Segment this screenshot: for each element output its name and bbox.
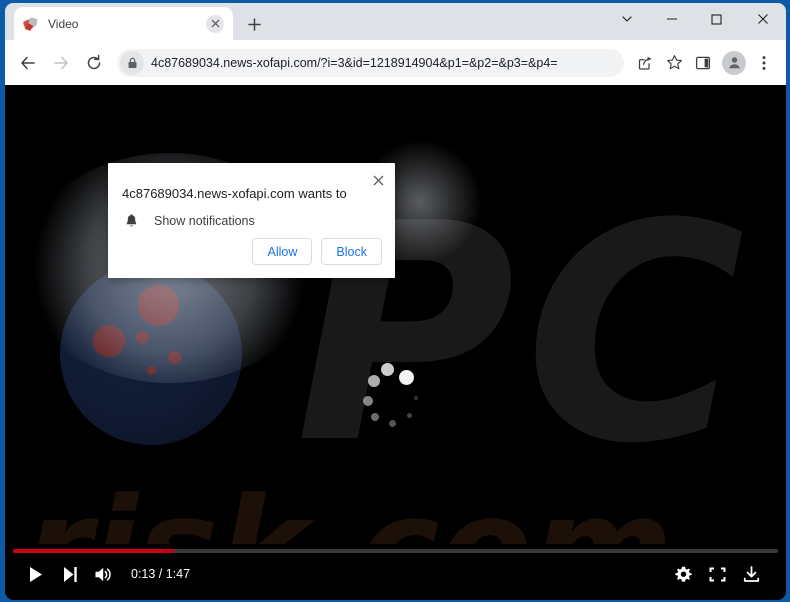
close-icon[interactable]	[367, 169, 389, 191]
progress-bar[interactable]	[13, 549, 778, 553]
dialog-title: 4c87689034.news-xofapi.com wants to	[122, 186, 347, 201]
forward-button	[46, 48, 76, 78]
maximize-button[interactable]	[694, 3, 739, 35]
tab-strip: Video	[5, 3, 786, 40]
permission-row: Show notifications	[122, 212, 255, 230]
reload-button[interactable]	[79, 48, 109, 78]
fullscreen-icon[interactable]	[700, 560, 734, 588]
browser-toolbar: 4c87689034.news-xofapi.com/?i=3&id=12189…	[5, 40, 786, 85]
notification-permission-dialog: 4c87689034.news-xofapi.com wants to Show…	[108, 163, 395, 278]
video-player[interactable]: PC risk.com 0:13 / 1:47 4c87689034.news-…	[5, 85, 786, 600]
lock-icon[interactable]	[120, 50, 144, 75]
url-text: 4c87689034.news-xofapi.com/?i=3&id=12189…	[151, 55, 558, 70]
controls-left: 0:13 / 1:47	[19, 560, 190, 588]
permission-label: Show notifications	[154, 214, 255, 228]
minimize-button[interactable]	[649, 3, 694, 35]
allow-button[interactable]: Allow	[252, 238, 313, 265]
volume-button[interactable]	[87, 560, 121, 588]
time-display: 0:13 / 1:47	[131, 567, 191, 581]
close-tab-icon[interactable]	[206, 14, 224, 33]
dialog-actions: Allow Block	[252, 238, 382, 265]
video-favicon-icon	[22, 16, 39, 32]
page-content: PC risk.com 0:13 / 1:47 4c87689034.news-…	[5, 85, 786, 600]
loading-spinner-icon	[363, 363, 429, 429]
side-panel-icon[interactable]	[689, 49, 717, 77]
tab-title: Video	[48, 16, 79, 31]
window-controls	[604, 3, 786, 40]
window-inner: Video 4c87689034.news-xofapi.com/?i=3&id…	[5, 3, 786, 600]
play-button[interactable]	[19, 560, 53, 588]
block-button[interactable]: Block	[321, 238, 382, 265]
download-icon[interactable]	[734, 560, 768, 588]
bell-icon	[122, 212, 140, 230]
controls-right	[666, 560, 768, 588]
browser-window: Video 4c87689034.news-xofapi.com/?i=3&id…	[0, 0, 790, 602]
player-controls: 0:13 / 1:47	[5, 544, 786, 600]
share-icon[interactable]	[631, 49, 659, 77]
bookmark-star-icon[interactable]	[660, 49, 688, 77]
next-track-button[interactable]	[53, 560, 87, 588]
back-button[interactable]	[13, 48, 43, 78]
progress-fill	[13, 549, 174, 553]
browser-tab[interactable]: Video	[14, 7, 233, 40]
chrome-menu-icon[interactable]	[750, 49, 778, 77]
close-window-button[interactable]	[739, 3, 786, 35]
settings-gear-icon[interactable]	[666, 560, 700, 588]
new-tab-button[interactable]	[241, 11, 267, 37]
address-bar[interactable]: 4c87689034.news-xofapi.com/?i=3&id=12189…	[117, 48, 624, 77]
profile-avatar[interactable]	[722, 50, 746, 75]
tab-search-button[interactable]	[604, 3, 649, 35]
